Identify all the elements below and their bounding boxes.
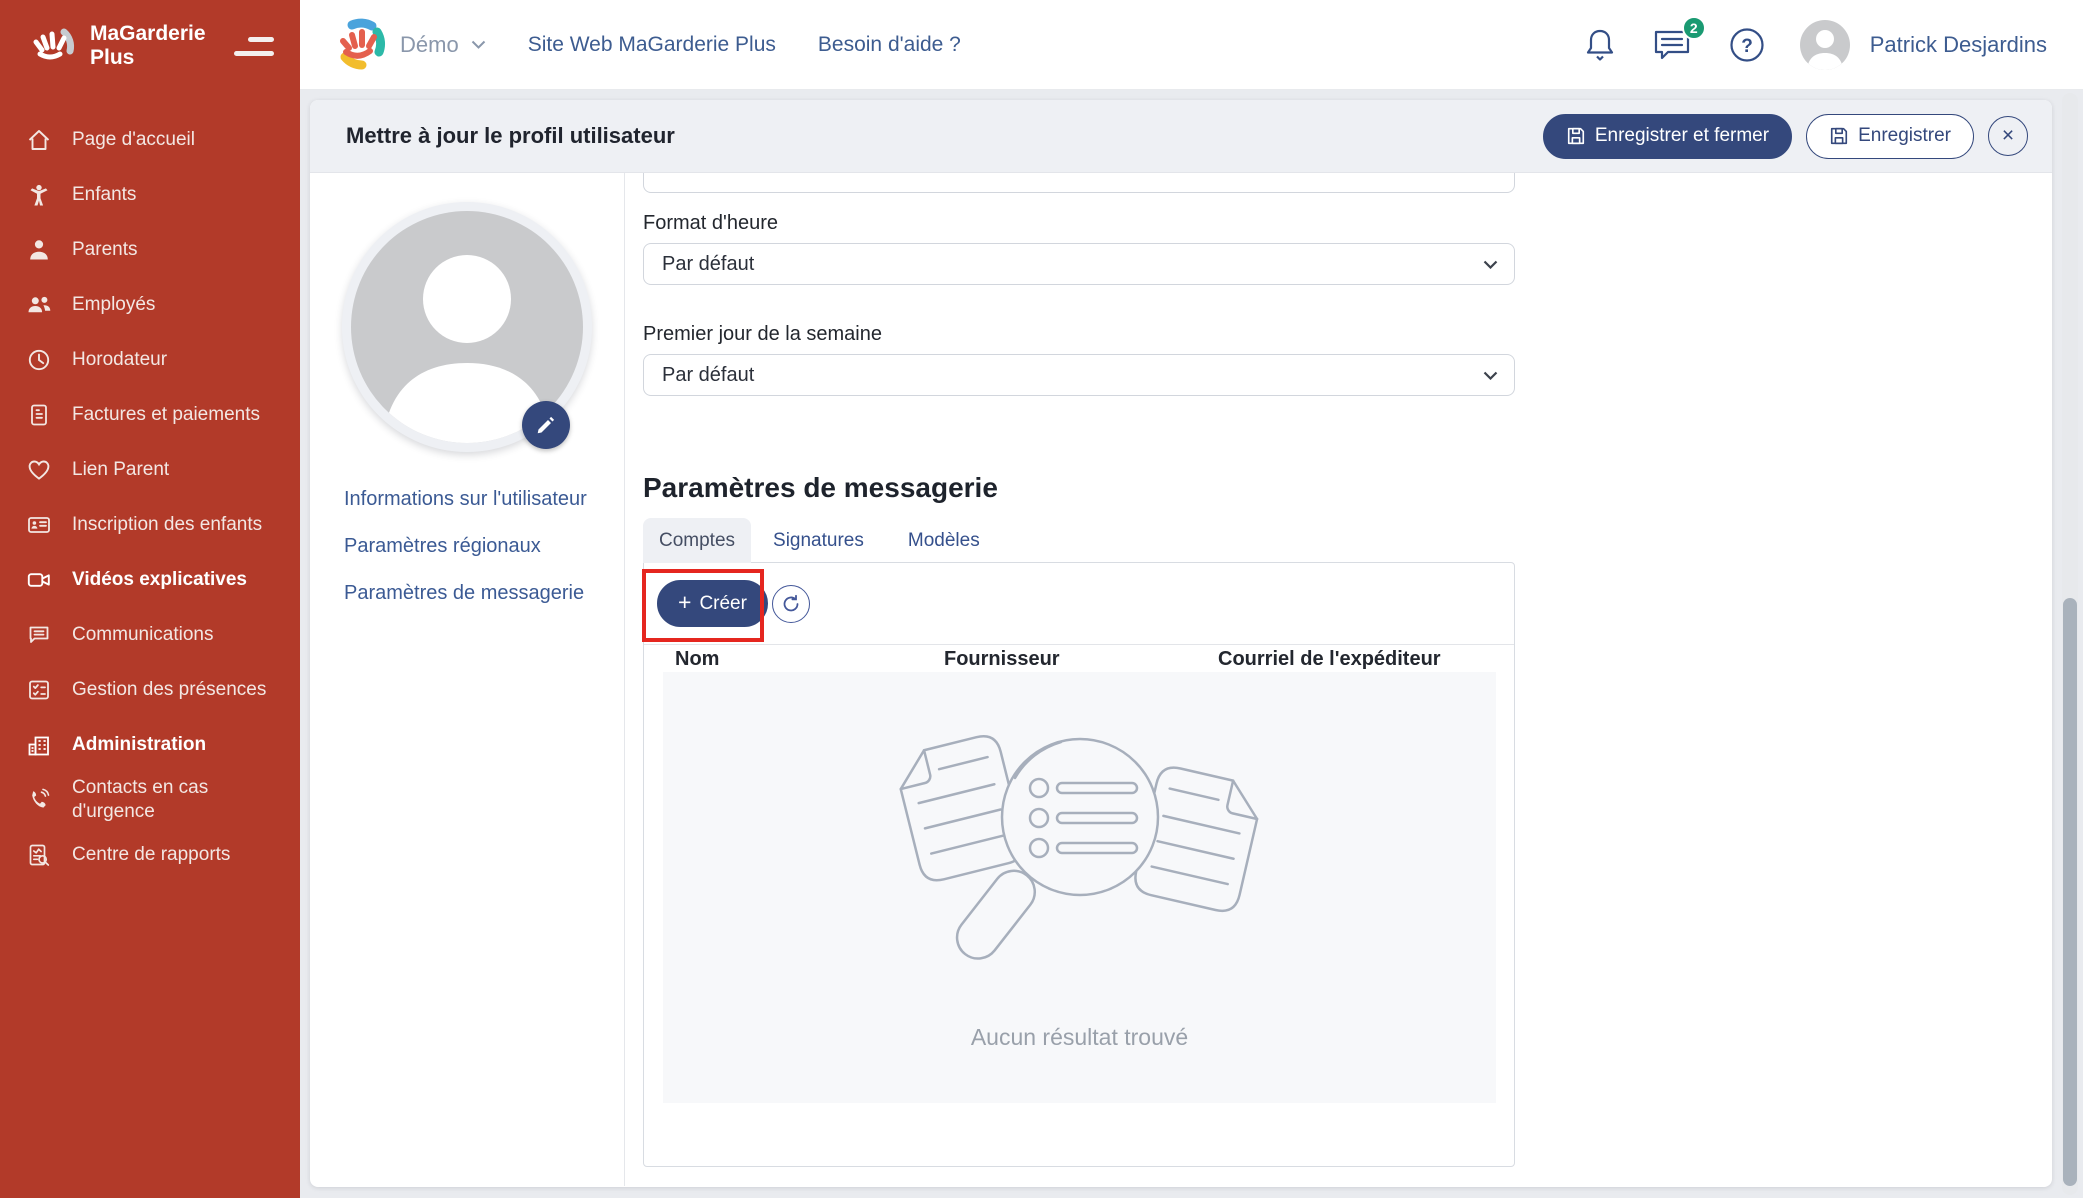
tab-comptes[interactable]: Comptes [643,518,751,563]
brand-name: MaGarderie Plus [90,22,206,69]
first-day-select[interactable]: Par défaut [643,354,1515,396]
user-name[interactable]: Patrick Desjardins [1870,32,2047,58]
edit-avatar-button[interactable] [522,401,570,449]
sidebar-item-factures[interactable]: Factures et paiements [0,387,300,442]
child-icon [26,182,52,208]
org-logo-icon [332,17,388,73]
phone-icon [26,787,52,813]
messaging-tabs: Comptes Signatures Modèles [643,518,2052,562]
field-label-format-heure: Format d'heure [643,212,2052,235]
sidebar-item-enfants[interactable]: Enfants [0,167,300,222]
pencil-icon [535,414,557,436]
sidebar-toggle-icon[interactable] [232,31,276,62]
empty-results-text: Aucun résultat trouvé [971,1024,1188,1051]
accounts-table-header: Nom Fournisseur Courriel de l'expéditeur [644,644,1514,672]
plus-icon: + [678,591,691,614]
building-icon [26,732,52,758]
link-site-web[interactable]: Site Web MaGarderie Plus [528,33,776,57]
parent-icon [26,237,52,263]
save-icon [1566,126,1586,146]
sidebar-item-videos[interactable]: Vidéos explicatives [0,552,300,607]
titlebar: Mettre à jour le profil utilisateur Enre… [310,100,2052,173]
close-icon: × [2002,124,2014,148]
column-nom: Nom [675,648,719,671]
accounts-panel: + Créer Nom Fournisseur Courriel de l'ex… [643,562,1515,1167]
scrollbar-track[interactable] [2062,93,2078,1195]
sidebar: MaGarderie Plus Page d'accueil Enfants P… [0,0,300,1198]
chevron-down-icon [471,40,486,49]
profile-side-panel: Informations sur l'utilisateur Paramètre… [310,173,625,1186]
report-icon [26,842,52,868]
messages-icon[interactable]: 2 [1652,26,1694,64]
profile-card: Mettre à jour le profil utilisateur Enre… [310,100,2052,1187]
cutoff-field[interactable] [643,173,1515,193]
employees-icon [26,292,52,318]
heart-icon [26,457,52,483]
refresh-button[interactable] [772,585,810,623]
org-switcher[interactable]: Démo [332,17,486,73]
column-courriel: Courriel de l'expéditeur [1218,648,1441,671]
scrollbar-thumb[interactable] [2063,598,2077,1186]
sidebar-item-contacts-urgence[interactable]: Contacts en cas d'urgence [0,772,300,828]
empty-state: Aucun résultat trouvé [663,672,1496,1103]
save-close-button[interactable]: Enregistrer et fermer [1543,114,1792,159]
chat-icon [26,622,52,648]
sidebar-item-horodateur[interactable]: Horodateur [0,332,300,387]
empty-results-illustration [865,722,1295,972]
user-avatar[interactable] [1800,20,1850,70]
video-icon [26,567,52,593]
chevron-down-icon [1483,371,1498,380]
chevron-down-icon [1483,260,1498,269]
time-format-select[interactable]: Par défaut [643,243,1515,285]
column-fournisseur: Fournisseur [944,648,1060,671]
sidebar-item-inscription[interactable]: Inscription des enfants [0,497,300,552]
clock-icon [26,347,52,373]
messaging-heading: Paramètres de messagerie [643,472,2052,504]
save-button[interactable]: Enregistrer [1806,114,1974,159]
invoice-icon [26,402,52,428]
create-button[interactable]: + Créer [657,580,768,627]
page-title: Mettre à jour le profil utilisateur [346,123,675,149]
notifications-bell-icon[interactable] [1582,25,1618,65]
sidebar-item-accueil[interactable]: Page d'accueil [0,112,300,167]
refresh-icon [781,594,801,614]
sidebar-item-rapports[interactable]: Centre de rapports [0,828,300,883]
tab-modeles[interactable]: Modèles [886,518,1002,563]
field-label-premier-jour: Premier jour de la semaine [643,323,2052,346]
profile-nav-messagerie[interactable]: Paramètres de messagerie [344,582,624,605]
profile-nav-regionaux[interactable]: Paramètres régionaux [344,535,624,558]
checklist-icon [26,677,52,703]
id-card-icon [26,512,52,538]
tab-signatures[interactable]: Signatures [751,518,886,563]
messages-badge: 2 [1682,16,1706,40]
close-button[interactable]: × [1988,116,2028,156]
sidebar-item-presences[interactable]: Gestion des présences [0,662,300,717]
profile-nav-informations[interactable]: Informations sur l'utilisateur [344,488,624,511]
sidebar-item-lien-parent[interactable]: Lien Parent [0,442,300,497]
sidebar-item-administration[interactable]: Administration [0,717,300,772]
home-icon [26,127,52,153]
svg-text:?: ? [1741,36,1753,57]
top-header: Démo Site Web MaGarderie Plus Besoin d'a… [300,0,2083,90]
profile-nav: Informations sur l'utilisateur Paramètre… [344,488,624,605]
link-besoin-aide[interactable]: Besoin d'aide ? [818,33,961,57]
sidebar-nav: Page d'accueil Enfants Parents Employés … [0,112,300,883]
org-name: Démo [400,32,459,58]
sidebar-item-employes[interactable]: Employés [0,277,300,332]
help-icon[interactable]: ? [1728,26,1766,64]
main-area: Mettre à jour le profil utilisateur Enre… [300,90,2083,1198]
save-icon [1829,126,1849,146]
sidebar-item-communications[interactable]: Communications [0,607,300,662]
sidebar-item-parents[interactable]: Parents [0,222,300,277]
brand-hands-icon [26,20,78,72]
profile-form-panel: Format d'heure Par défaut Premier jour d… [625,173,2052,1186]
